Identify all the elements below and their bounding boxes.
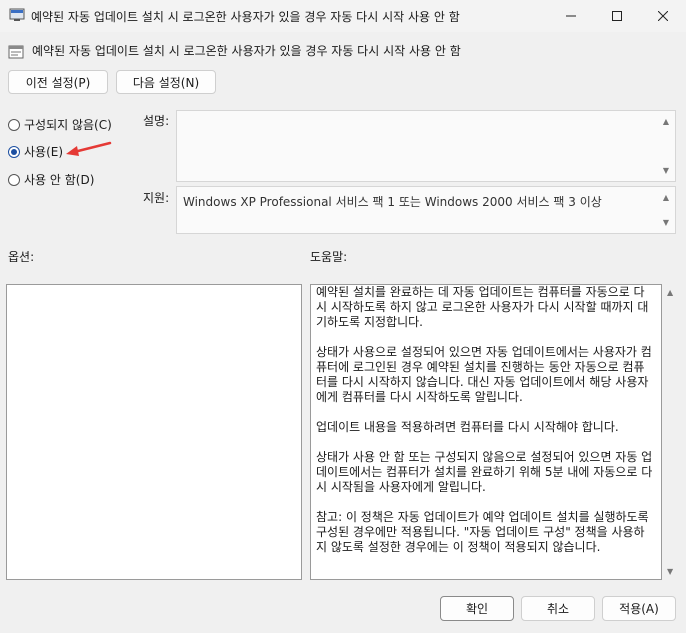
help-paragraph: 참고: 이 정책은 자동 업데이트가 예약 업데이트 설치를 실행하도록 구성된… (316, 510, 649, 554)
cancel-button[interactable]: 취소 (521, 596, 595, 621)
close-icon[interactable] (640, 0, 686, 32)
radio-enabled[interactable]: 사용(E) (8, 143, 63, 160)
help-scrollbar[interactable]: ▲ ▼ (662, 284, 680, 580)
annotation-arrow-icon (66, 141, 112, 156)
scroll-up-icon[interactable]: ▲ (667, 288, 673, 297)
window-title: 예약된 자동 업데이트 설치 시 로그온한 사용자가 있을 경우 자동 다시 시… (31, 10, 460, 24)
comment-label: 설명: (143, 114, 170, 128)
help-paragraph: 상태가 사용 안 함 또는 구성되지 않음으로 설정되어 있으면 자동 업데이트… (316, 450, 653, 494)
radio-label: 사용 안 함(D) (24, 173, 95, 187)
radio-label: 사용(E) (24, 145, 64, 159)
radio-label: 구성되지 않음(C) (24, 118, 112, 132)
radio-disabled[interactable]: 사용 안 함(D) (8, 171, 94, 188)
supported-text: Windows XP Professional 서비스 팩 1 또는 Windo… (183, 195, 602, 209)
scroll-down-icon[interactable]: ▼ (667, 567, 673, 576)
radio-button[interactable] (8, 118, 20, 131)
options-pane (6, 284, 302, 580)
policy-title: 예약된 자동 업데이트 설치 시 로그온한 사용자가 있을 경우 자동 다시 시… (32, 44, 461, 58)
policy-setting-icon (8, 45, 24, 59)
help-text: 예약된 설치를 완료하는 데 자동 업데이트는 컴퓨터를 자동으로 다시 시작하… (316, 285, 654, 570)
comment-textarea[interactable]: ▲ ▼ (176, 110, 676, 182)
maximize-icon[interactable] (594, 0, 640, 32)
apply-button[interactable]: 적용(A) (602, 596, 676, 621)
scroll-down-icon[interactable]: ▼ (663, 218, 669, 227)
radio-not-configured[interactable]: 구성되지 않음(C) (8, 116, 112, 133)
help-paragraph: 예약된 설치를 완료하는 데 자동 업데이트는 컴퓨터를 자동으로 다시 시작하… (316, 285, 649, 329)
previous-setting-button[interactable]: 이전 설정(P) (8, 70, 108, 94)
radio-button-selected[interactable] (8, 145, 20, 158)
radio-button[interactable] (8, 173, 20, 186)
supported-label: 지원: (143, 191, 170, 205)
policy-app-icon (9, 8, 25, 21)
options-label: 옵션: (8, 250, 35, 264)
help-label: 도움말: (310, 250, 348, 264)
help-paragraph: 업데이트 내용을 적용하려면 컴퓨터를 다시 시작해야 합니다. (316, 420, 619, 434)
scroll-down-icon[interactable]: ▼ (663, 166, 669, 175)
next-setting-button[interactable]: 다음 설정(N) (116, 70, 216, 94)
scroll-up-icon[interactable]: ▲ (663, 193, 669, 202)
help-paragraph: 상태가 사용으로 설정되어 있으면 자동 업데이트에서는 사용자가 컴퓨터에 로… (316, 345, 652, 404)
minimize-icon[interactable] (548, 0, 594, 32)
scroll-up-icon[interactable]: ▲ (663, 117, 669, 126)
supported-box: Windows XP Professional 서비스 팩 1 또는 Windo… (176, 186, 676, 234)
ok-button[interactable]: 확인 (440, 596, 514, 621)
